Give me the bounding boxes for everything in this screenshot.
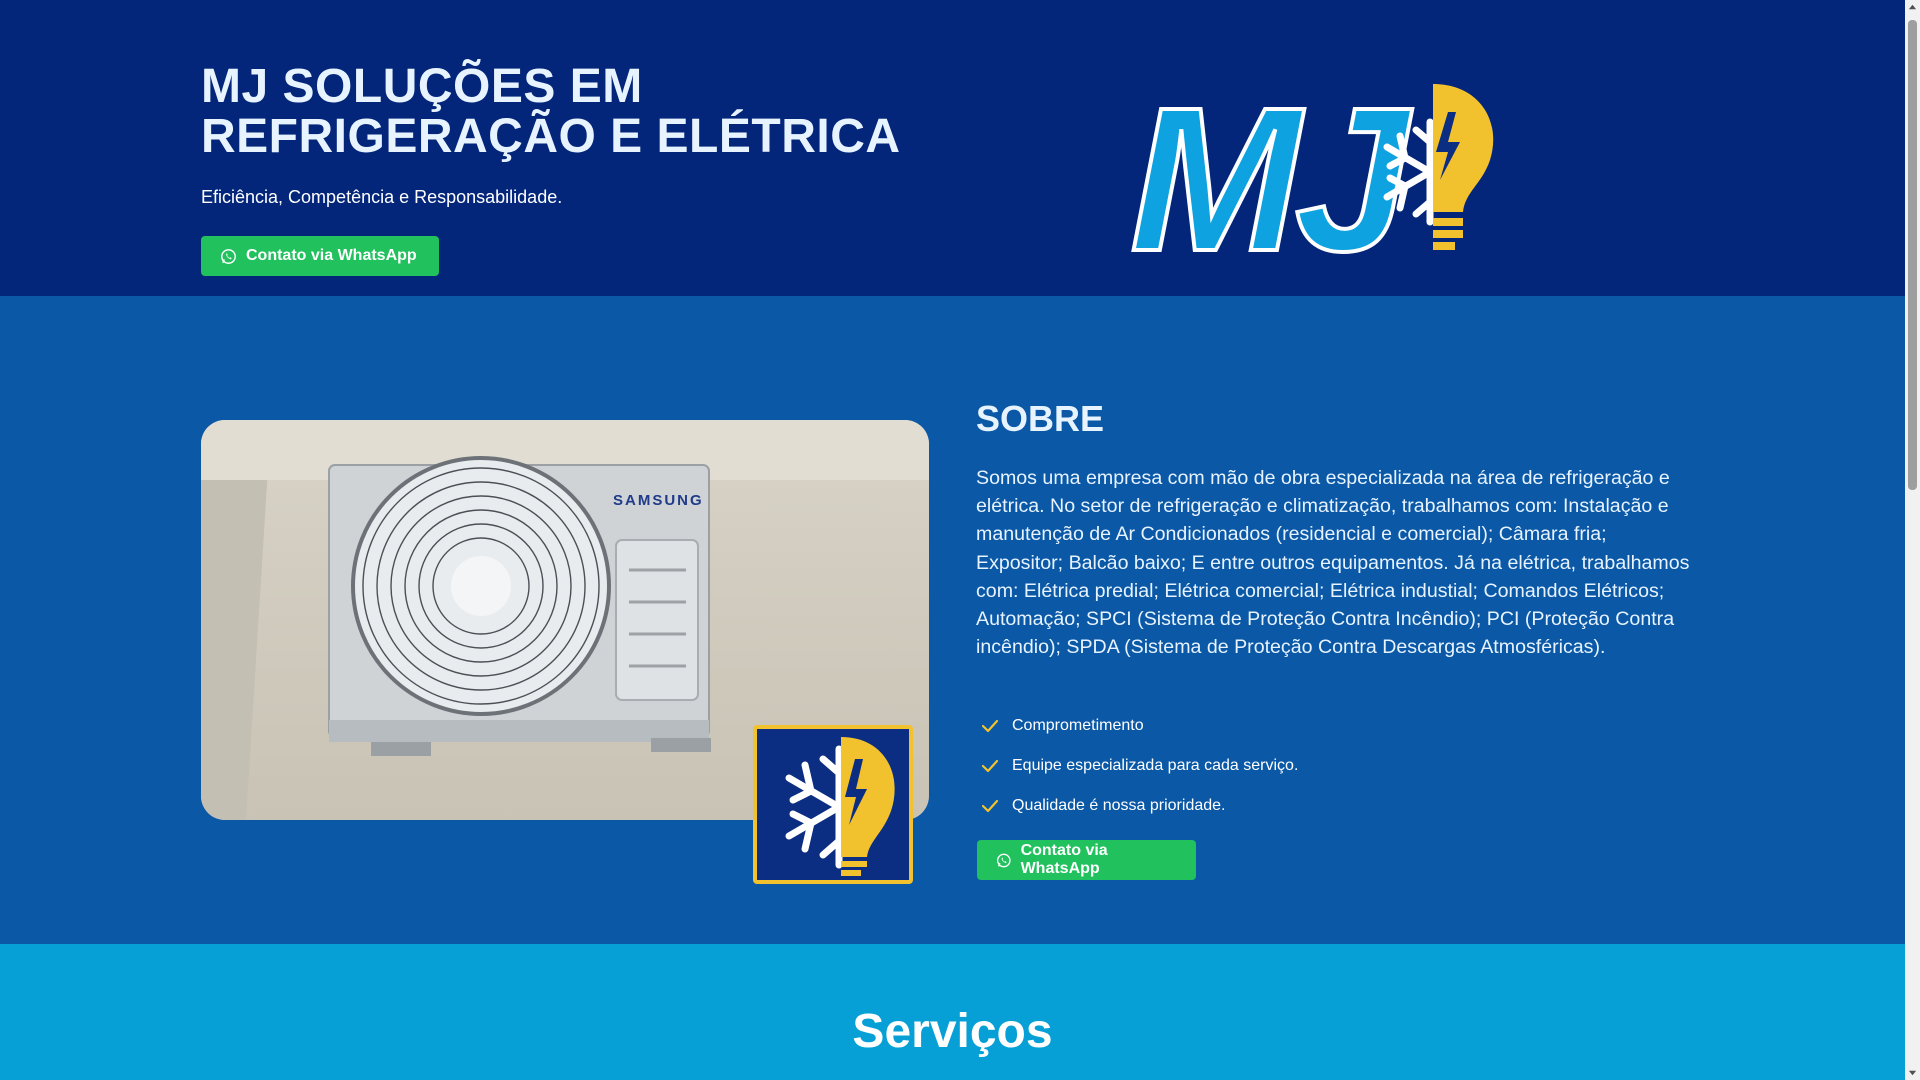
checklist-label: Equipe especializada para cada serviço. — [1012, 757, 1299, 774]
checklist-label: Comprometimento — [1012, 717, 1144, 734]
check-icon — [981, 759, 999, 773]
lightbulb-icon — [1433, 84, 1494, 250]
services-title: Serviços — [852, 1005, 1053, 1058]
samsung-brand-text: SAMSUNG — [613, 492, 704, 509]
hero-title: MJ SOLUÇÕES EM REFRIGERAÇÃO E ELÉTRICA — [201, 60, 901, 163]
checklist-label: Qualidade é nossa prioridade. — [1012, 797, 1226, 814]
services-section: Serviços — [0, 944, 1905, 1080]
mj-badge-logo — [753, 725, 913, 884]
list-item: Qualidade é nossa prioridade. — [980, 786, 1298, 826]
about-title: SOBRE — [976, 398, 1105, 439]
about-whatsapp-label: Contato via WhatsApp — [1020, 842, 1108, 877]
logo-text: MJ — [1130, 72, 1413, 262]
hero-subtitle: Eficiência, Competência e Responsabilida… — [201, 187, 563, 207]
about-section: SAMSUNG SOBRE Somos uma empresa com mão … — [0, 296, 1905, 944]
about-checklist: Comprometimento Equipe especializada par… — [980, 706, 1298, 826]
scrollbar-thumb[interactable] — [1908, 20, 1917, 490]
scroll-down-arrow-icon[interactable] — [1908, 1068, 1917, 1077]
list-item: Equipe especializada para cada serviço. — [980, 746, 1298, 786]
scroll-up-arrow-icon[interactable] — [1908, 3, 1917, 12]
about-whatsapp-button[interactable]: Contato via WhatsApp — [977, 840, 1196, 880]
check-icon — [981, 799, 999, 813]
whatsapp-icon — [221, 248, 236, 264]
hero-whatsapp-label: Contato via WhatsApp — [246, 247, 417, 264]
whatsapp-icon — [996, 853, 1011, 867]
hero-section: MJ SOLUÇÕES EM REFRIGERAÇÃO E ELÉTRICA E… — [0, 0, 1905, 296]
mj-logo: MJ — [1130, 72, 1494, 262]
check-icon — [981, 719, 999, 733]
page-scrollbar[interactable] — [1905, 0, 1920, 1080]
hero-whatsapp-button[interactable]: Contato via WhatsApp — [201, 236, 439, 276]
about-description: Somos uma empresa com mão de obra especi… — [976, 467, 1690, 659]
list-item: Comprometimento — [980, 706, 1298, 746]
badge-lightbulb-icon — [841, 737, 895, 876]
badge-snowflake-icon — [785, 745, 843, 869]
